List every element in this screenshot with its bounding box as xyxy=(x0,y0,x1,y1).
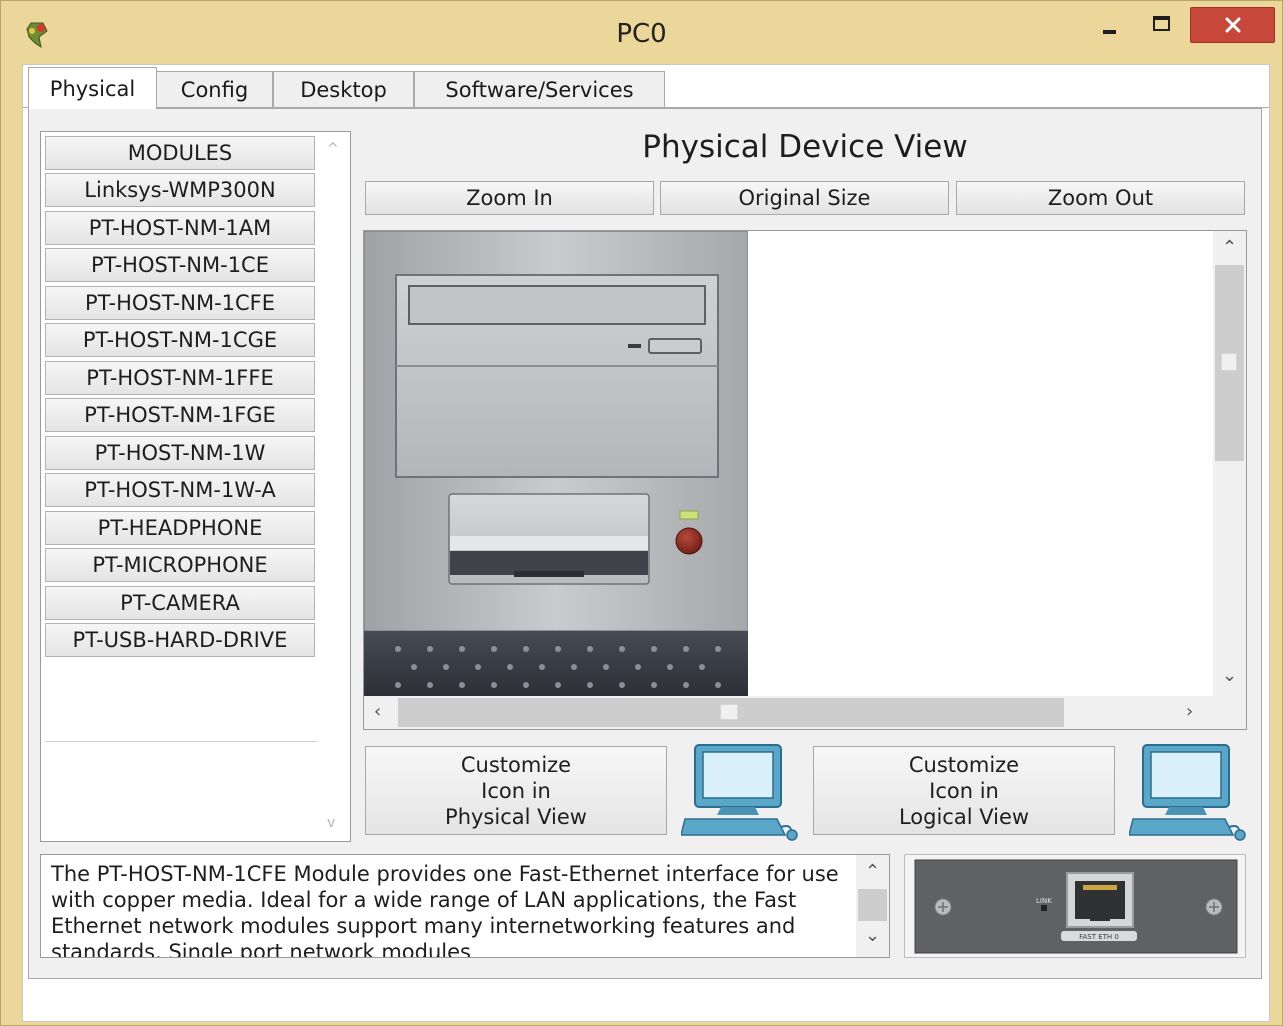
modules-scrollbar[interactable]: ^ v xyxy=(318,133,349,840)
zoom-in-button[interactable]: Zoom In xyxy=(365,181,654,215)
modules-list: MODULES Linksys-WMP300N PT-HOST-NM-1AM P… xyxy=(40,131,351,842)
minimize-button[interactable] xyxy=(1089,9,1129,45)
link-label: LINK xyxy=(1036,897,1052,905)
module-item[interactable]: PT-HOST-NM-1FGE xyxy=(45,398,315,432)
pc-case-image xyxy=(364,231,748,696)
screw-icon xyxy=(1205,898,1223,916)
modules-header: MODULES xyxy=(45,136,315,170)
customize-physical-line1: Customize xyxy=(460,752,572,777)
module-item[interactable]: PT-MICROPHONE xyxy=(45,548,315,582)
screw-icon xyxy=(934,898,952,916)
physical-device-view-title: Physical Device View xyxy=(642,129,968,165)
description-scrollbar[interactable]: ⌃ ⌄ xyxy=(856,855,889,957)
description-scroll-thumb[interactable] xyxy=(858,889,887,921)
module-item[interactable]: PT-HOST-NM-1W-A xyxy=(45,473,315,507)
customize-physical-icon-button[interactable]: Customize Icon in Physical View xyxy=(365,746,667,835)
module-item[interactable]: PT-HOST-NM-1CGE xyxy=(45,323,315,357)
minimize-icon xyxy=(1102,30,1116,34)
customize-logical-icon-button[interactable]: Customize Icon in Logical View xyxy=(813,746,1115,835)
module-item[interactable]: PT-HEADPHONE xyxy=(45,511,315,545)
module-item[interactable]: PT-HOST-NM-1AM xyxy=(45,211,315,245)
port-label: FAST ETH 0 xyxy=(1079,933,1119,941)
scroll-right-icon[interactable]: › xyxy=(1186,703,1193,721)
list-divider xyxy=(45,741,317,742)
module-item[interactable]: Linksys-WMP300N xyxy=(45,173,315,207)
scroll-grip xyxy=(720,704,738,720)
module-preview: LINK FAST ETH 0 xyxy=(904,854,1246,958)
tab-config[interactable]: Config xyxy=(156,71,273,107)
module-item[interactable]: PT-HOST-NM-1CFE xyxy=(45,286,315,320)
original-size-button[interactable]: Original Size xyxy=(660,181,949,215)
scroll-left-icon[interactable]: ‹ xyxy=(374,703,381,721)
device-view-vertical-scrollbar[interactable]: ⌃ ⌄ xyxy=(1213,231,1246,696)
maximize-icon xyxy=(1152,15,1170,31)
device-view-horizontal-scrollbar[interactable]: ‹ › xyxy=(364,696,1246,729)
scroll-up-icon[interactable]: ⌃ xyxy=(1222,239,1237,257)
tab-physical[interactable]: Physical xyxy=(28,67,157,109)
module-item[interactable]: PT-HOST-NM-1FFE xyxy=(45,361,315,395)
module-item[interactable]: PT-CAMERA xyxy=(45,586,315,620)
tab-desktop[interactable]: Desktop xyxy=(273,71,414,107)
title-bar[interactable]: PC0 xyxy=(1,1,1282,65)
customize-physical-line2: Icon in xyxy=(481,778,551,803)
scroll-down-icon[interactable]: ⌄ xyxy=(1222,667,1237,685)
customize-logical-line3: Logical View xyxy=(898,804,1030,829)
device-view-canvas[interactable]: ⌃ ⌄ ‹ › xyxy=(363,230,1247,730)
scroll-down-icon[interactable]: v xyxy=(327,815,335,831)
scroll-up-icon[interactable]: ^ xyxy=(327,141,339,157)
module-description-box[interactable]: The PT-HOST-NM-1CFE Module provides one … xyxy=(40,854,890,958)
maximize-button[interactable] xyxy=(1141,9,1181,45)
close-button[interactable] xyxy=(1190,7,1275,43)
module-item[interactable]: PT-HOST-NM-1CE xyxy=(45,248,315,282)
pc-computer-icon xyxy=(1129,744,1246,841)
scroll-up-icon[interactable]: ⌃ xyxy=(865,863,880,881)
close-icon xyxy=(1225,17,1240,33)
pc-computer-icon xyxy=(681,744,798,841)
customize-logical-line2: Icon in xyxy=(929,778,999,803)
module-item[interactable]: PT-HOST-NM-1W xyxy=(45,436,315,470)
module-description-text: The PT-HOST-NM-1CFE Module provides one … xyxy=(51,862,839,958)
scroll-grip xyxy=(1221,353,1237,371)
module-preview-image: LINK FAST ETH 0 xyxy=(914,859,1238,954)
module-item[interactable]: PT-USB-HARD-DRIVE xyxy=(45,623,315,657)
scroll-down-icon[interactable]: ⌄ xyxy=(865,927,880,945)
zoom-out-button[interactable]: Zoom Out xyxy=(956,181,1245,215)
ethernet-port-icon xyxy=(1066,872,1134,928)
pc0-window: PC0 Physical Config Desktop Software/Ser… xyxy=(0,0,1283,1026)
customize-logical-line1: Customize xyxy=(908,752,1020,777)
customize-physical-line3: Physical View xyxy=(445,804,587,829)
tab-software-services[interactable]: Software/Services xyxy=(414,71,665,107)
